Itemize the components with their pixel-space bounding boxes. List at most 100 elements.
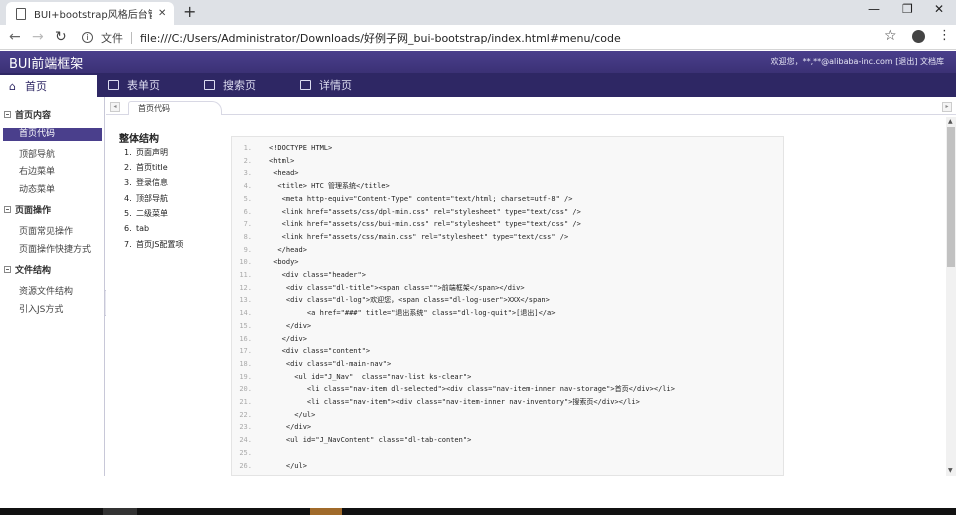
detail-icon (300, 80, 311, 90)
main-nav: ⌂ 首页 表单页 搜索页 详情页 (0, 73, 956, 97)
line-number: 24. (239, 436, 252, 445)
toc-item[interactable]: 3. 登录信息 (124, 177, 168, 188)
line-number: 21. (239, 398, 252, 406)
user-info[interactable]: 欢迎您，**,**@alibaba-inc.com [退出] 文档库 (771, 56, 944, 67)
code-text: </div> (269, 321, 312, 330)
divider (131, 31, 132, 44)
toc-item[interactable]: 2. 首页title (124, 162, 168, 173)
toc-item[interactable]: 5. 二级菜单 (124, 208, 168, 219)
toc-title: 整体结构 (119, 134, 159, 145)
code-line: 23. </div> (232, 421, 783, 433)
forward-button[interactable]: → (32, 28, 44, 46)
sidebar-item-home-code[interactable]: 首页代码 (3, 128, 102, 141)
code-line: 16. </div> (232, 333, 783, 345)
line-number: 6. (243, 207, 252, 216)
new-tab-button[interactable]: + (183, 3, 196, 21)
address-bar[interactable]: i 文件 file:///C:/Users/Administrator/Down… (77, 27, 907, 48)
toc-item[interactable]: 6. tab (124, 224, 149, 233)
close-tab-icon[interactable]: ✕ (158, 8, 166, 19)
browser-toolbar: ← → ↻ i 文件 file:///C:/Users/Administrato… (0, 25, 956, 50)
scroll-up-arrow[interactable]: ▲ (948, 118, 953, 125)
toc-item[interactable]: 4. 顶部导航 (124, 193, 168, 204)
sidebar-item-resources[interactable]: 资源文件结构 (19, 284, 73, 297)
sidebar-item-right-menu[interactable]: 右边菜单 (19, 164, 55, 177)
code-line: 26. </ul> (232, 460, 783, 472)
group-title: 文件结构 (15, 266, 52, 276)
close-window-button[interactable]: ✕ (934, 2, 944, 16)
taskbar-item[interactable] (103, 508, 137, 515)
toc-item[interactable]: 7. 首页JS配置项 (124, 239, 183, 250)
sidebar-item-js-include[interactable]: 引入JS方式 (19, 302, 63, 315)
code-line: 2. <html> (232, 155, 783, 167)
code-line: 11. <div class="header"> (232, 269, 783, 281)
line-number: 5. (243, 194, 252, 203)
app-header: BUI前端框架 欢迎您，**,**@alibaba-inc.com [退出] 文… (0, 51, 956, 73)
bookmark-star-icon[interactable]: ☆ (884, 28, 897, 44)
code-text: <link href="assets/css/dpl-min.css" rel=… (269, 207, 581, 216)
browser-tab-strip: BUI+bootstrap风格后台管理系 ✕ + — ❐ ✕ (0, 0, 956, 25)
code-text: </div> (269, 334, 307, 343)
code-text: <head> (269, 169, 299, 178)
url-text[interactable]: file:///C:/Users/Administrator/Downloads… (140, 30, 621, 46)
code-line: 15. </div> (232, 320, 783, 332)
browser-menu-icon[interactable]: ⋮ (938, 28, 951, 43)
nav-item-search[interactable]: 搜索页 (204, 73, 256, 97)
code-line: 18. <div class="dl-main-nav"> (232, 358, 783, 370)
line-number: 15. (239, 321, 252, 330)
collapse-icon (4, 206, 11, 213)
back-button[interactable]: ← (9, 28, 21, 46)
line-number: 20. (239, 385, 252, 394)
code-text: <div class="dl-log">欢迎您，<span class="dl-… (269, 296, 550, 305)
list-icon (108, 80, 119, 90)
sidebar: 首页内容 首页代码 顶部导航 右边菜单 动态菜单 页面操作 页面常见操作 页面操… (0, 97, 105, 476)
line-number: 1. (243, 144, 252, 152)
nav-item-form[interactable]: 表单页 (108, 73, 160, 97)
code-line: 6. <link href="assets/css/dpl-min.css" r… (232, 206, 783, 218)
code-text: <div class="header"> (269, 271, 366, 279)
code-line: 21. <li class="nav-item"><div class="nav… (232, 396, 783, 408)
line-number: 16. (239, 334, 252, 343)
group-title: 页面操作 (15, 206, 52, 216)
maximize-button[interactable]: ❐ (902, 2, 913, 16)
os-taskbar (0, 508, 956, 515)
tab-home-code[interactable]: 首页代码 (128, 101, 222, 115)
page-scrollbar[interactable]: ▲ ▼ (946, 117, 956, 476)
info-icon[interactable]: i (82, 32, 93, 43)
line-number: 27. (232, 472, 252, 475)
code-text: <li class="nav-item"><div class="nav-ite… (269, 398, 640, 406)
tab-scroll-right[interactable]: ▸ (942, 102, 952, 112)
browser-tab[interactable]: BUI+bootstrap风格后台管理系 ✕ (6, 2, 174, 25)
line-number: 17. (239, 347, 252, 356)
content-tab-bar: ◂ 首页代码 ▸ (106, 101, 956, 115)
code-text: <html> (269, 156, 295, 165)
sidebar-group-home[interactable]: 首页内容 (4, 108, 51, 121)
scroll-down-arrow[interactable]: ▼ (948, 467, 953, 474)
nav-item-detail[interactable]: 详情页 (300, 73, 352, 97)
taskbar-item[interactable] (310, 508, 342, 515)
sidebar-group-files[interactable]: 文件结构 (4, 263, 51, 276)
sidebar-item-top-nav[interactable]: 顶部导航 (19, 147, 55, 160)
nav-label: 详情页 (319, 79, 352, 92)
minimize-button[interactable]: — (868, 2, 880, 16)
sidebar-group-page-ops[interactable]: 页面操作 (4, 203, 51, 216)
toc-item[interactable]: 1. 页面声明 (124, 147, 168, 158)
tab-scroll-left[interactable]: ◂ (110, 102, 120, 112)
account-icon[interactable] (912, 30, 925, 43)
code-line: 1. <!DOCTYPE HTML> (232, 142, 783, 154)
code-line: 3. <head> (232, 167, 783, 179)
line-number: 4. (243, 182, 252, 191)
code-block: 1. <!DOCTYPE HTML> 2. <html> 3. <head> 4. <ti… (231, 136, 784, 476)
sidebar-item-common-ops[interactable]: 页面常见操作 (19, 224, 73, 237)
nav-item-home[interactable]: ⌂ 首页 (0, 73, 97, 97)
code-text: <li class="nav-item dl-selected"><div cl… (269, 385, 675, 394)
search-page-icon (204, 80, 215, 90)
scrollbar-thumb[interactable] (947, 127, 955, 267)
sidebar-item-dynamic-menu[interactable]: 动态菜单 (19, 182, 55, 195)
collapse-icon (4, 111, 11, 118)
sidebar-item-shortcuts[interactable]: 页面操作快捷方式 (19, 242, 91, 255)
code-line: 24. <ul id="J_NavContent" class="dl-tab-… (232, 434, 783, 446)
line-number: 13. (239, 296, 252, 305)
reload-button[interactable]: ↻ (55, 28, 67, 46)
code-line: 8. <link href="assets/css/main.css" rel=… (232, 231, 783, 243)
code-line: 17. <div class="content"> (232, 345, 783, 357)
